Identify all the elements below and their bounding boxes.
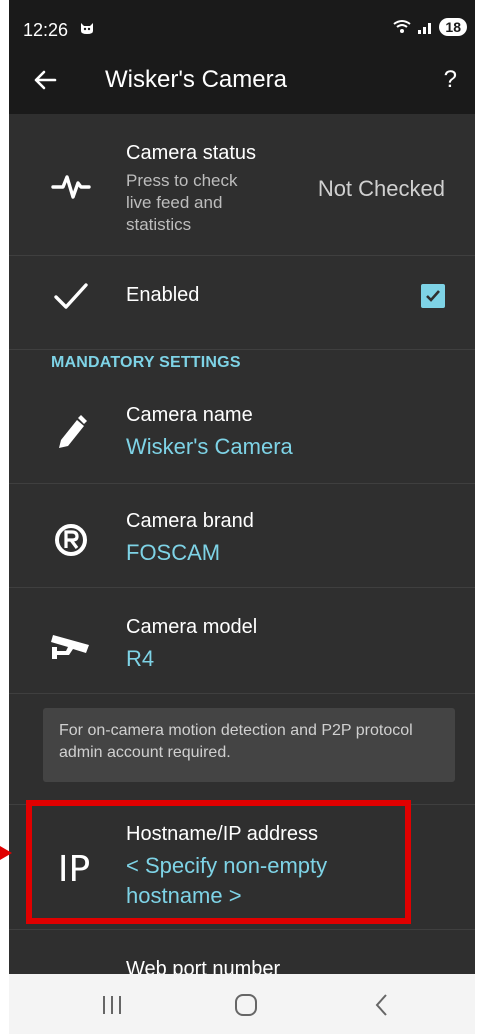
hostname-value: < Specify non-empty hostname >: [126, 853, 328, 908]
camera-status-value: Not Checked: [317, 176, 445, 201]
page-title: Wisker's Camera: [105, 66, 287, 93]
camera-model-value: R4: [126, 646, 155, 671]
help-button[interactable]: ?: [444, 66, 457, 94]
pointer-arrow-icon: [0, 846, 12, 860]
enabled-checkbox[interactable]: [421, 284, 445, 308]
camera-status-label: Camera status: [126, 142, 257, 164]
back-arrow-icon[interactable]: [31, 66, 59, 94]
back-nav-icon[interactable]: [367, 992, 397, 1018]
admin-note: For on-camera motion detection and P2P p…: [43, 708, 455, 782]
enabled-label: Enabled: [126, 284, 200, 306]
camera-name-row[interactable]: Camera name Wisker's Camera: [9, 380, 475, 484]
status-time: 12:26: [23, 20, 69, 40]
phone-screen: 12:26 18 Wisker's Camera ? Camera status…: [9, 0, 475, 1034]
hostname-row[interactable]: IP Hostname/IP address < Specify non-emp…: [9, 804, 475, 930]
checkmark-icon: [47, 272, 95, 320]
status-bar: 12:26 18: [9, 0, 475, 50]
camera-brand-value: FOSCAM: [126, 540, 221, 565]
hostname-label: Hostname/IP address: [126, 823, 318, 845]
camera-model-row[interactable]: Camera model R4: [9, 588, 475, 694]
cat-icon: [81, 23, 93, 34]
camera-brand-row[interactable]: Camera brand FOSCAM: [9, 484, 475, 588]
camera-status-row[interactable]: Camera status Press to check live feed a…: [9, 114, 475, 256]
camera-brand-label: Camera brand: [126, 510, 254, 532]
status-right: 18: [393, 18, 467, 36]
camera-status-summary: Press to check live feed and statistics: [126, 171, 238, 234]
app-bar: Wisker's Camera ?: [9, 50, 475, 114]
camera-name-label: Camera name: [126, 404, 253, 426]
camera-model-label: Camera model: [126, 616, 258, 638]
camera-name-value: Wisker's Camera: [126, 434, 293, 459]
recent-apps-icon[interactable]: [97, 992, 127, 1018]
registered-icon: [47, 516, 95, 564]
wifi-icon: [393, 20, 412, 33]
settings-list: Camera status Press to check live feed a…: [9, 114, 475, 999]
heartbeat-icon: [47, 162, 95, 210]
navigation-bar: [9, 974, 475, 1034]
camera-icon: [47, 622, 95, 670]
ip-icon: IP: [57, 848, 91, 890]
enabled-row[interactable]: Enabled: [9, 256, 475, 350]
pencil-icon: [47, 408, 95, 456]
section-header-mandatory: MANDATORY SETTINGS: [51, 354, 241, 371]
battery-icon: 18: [439, 18, 467, 36]
signal-icon: [418, 23, 432, 34]
home-icon[interactable]: [231, 992, 261, 1018]
